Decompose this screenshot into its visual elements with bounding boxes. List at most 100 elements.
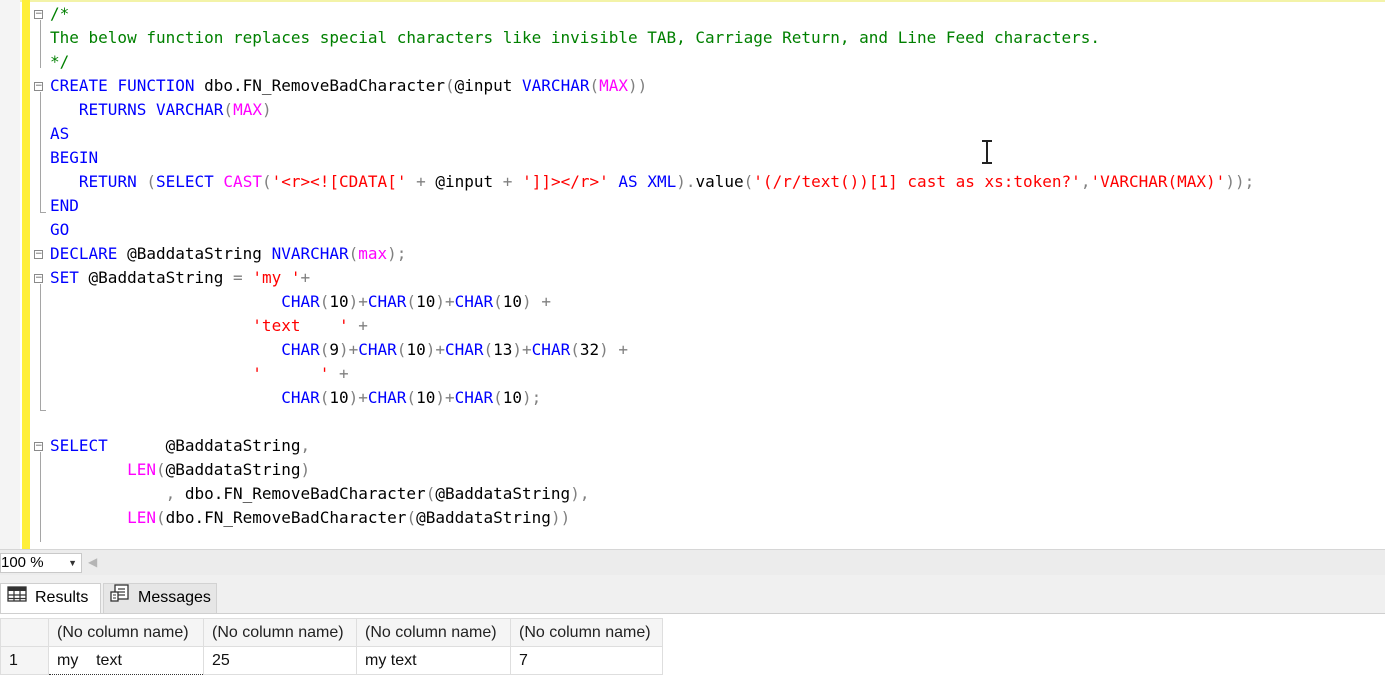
code-line[interactable]: CREATE FUNCTION dbo.FN_RemoveBadCharacte… <box>50 74 647 98</box>
code-token: ( <box>406 292 417 311</box>
code-line[interactable]: CHAR(10)+CHAR(10)+CHAR(10); <box>50 386 541 410</box>
column-header[interactable]: (No column name) <box>203 618 357 647</box>
code-token: + <box>493 172 523 191</box>
code-token: 'VARCHAR(MAX)' <box>1090 172 1226 191</box>
code-token: END <box>50 196 79 215</box>
code-token: CREATE <box>50 76 108 95</box>
code-token: ( <box>146 172 156 191</box>
code-line[interactable]: LEN(dbo.FN_RemoveBadCharacter(@BaddataSt… <box>50 506 570 530</box>
scroll-left-arrow-icon[interactable]: ◀ <box>88 555 97 569</box>
fold-collapse-icon[interactable]: − <box>34 10 43 19</box>
code-token: ( <box>570 340 580 359</box>
code-token: ( <box>319 292 330 311</box>
code-token: 10 <box>502 388 523 407</box>
code-token: ( <box>223 100 234 119</box>
fold-guide <box>40 452 41 542</box>
code-token: ) <box>300 460 311 479</box>
code-line[interactable]: The below function replaces special char… <box>50 26 1100 50</box>
code-token: CHAR <box>367 388 407 407</box>
code-line[interactable]: DECLARE @BaddataString NVARCHAR(max); <box>50 242 406 266</box>
chevron-down-icon[interactable]: ▼ <box>68 554 77 572</box>
code-line[interactable]: , dbo.FN_RemoveBadCharacter(@BaddataStri… <box>50 482 590 506</box>
code-line[interactable]: LEN(@BaddataString) <box>50 458 310 482</box>
grid-icon <box>7 584 27 612</box>
fold-collapse-icon[interactable]: − <box>34 82 43 91</box>
code-token: ( <box>743 172 754 191</box>
code-line[interactable]: AS <box>50 122 69 146</box>
fold-collapse-icon[interactable]: − <box>34 442 43 451</box>
column-header[interactable]: (No column name) <box>510 618 663 647</box>
code-token: FUNCTION <box>117 76 195 95</box>
code-token: CHAR <box>454 388 494 407</box>
code-line[interactable]: END <box>50 194 79 218</box>
code-token: + <box>541 292 551 311</box>
code-token: ( <box>348 244 359 263</box>
code-line[interactable]: CHAR(10)+CHAR(10)+CHAR(10) + <box>50 290 551 314</box>
grid-cell[interactable]: my text <box>356 646 511 675</box>
code-token: CHAR <box>281 388 320 407</box>
fold-collapse-icon[interactable]: − <box>34 250 43 259</box>
grid-cell-selected[interactable]: my text <box>48 646 204 675</box>
code-token: , <box>300 436 311 455</box>
editor-top-border <box>0 0 1385 2</box>
code-line[interactable]: RETURNS VARCHAR(MAX) <box>50 98 272 122</box>
code-line[interactable]: 'text ' + <box>50 314 368 338</box>
code-token: ( <box>319 388 330 407</box>
grid-cell[interactable]: 7 <box>510 646 663 675</box>
code-token: The below function replaces special char… <box>50 28 1100 47</box>
code-token: NVARCHAR <box>271 244 349 263</box>
fold-collapse-icon[interactable]: − <box>34 274 43 283</box>
code-token: + <box>339 364 349 383</box>
code-line[interactable]: SET @BaddataString = 'my '+ <box>50 266 310 290</box>
text-cursor-icon <box>982 140 992 164</box>
code-line[interactable]: CHAR(9)+CHAR(10)+CHAR(13)+CHAR(32) + <box>50 338 628 362</box>
column-header[interactable]: (No column name) <box>48 618 204 647</box>
code-token: ( <box>396 340 407 359</box>
tab-messages[interactable]: Messages <box>103 583 217 613</box>
code-token: ( <box>493 292 503 311</box>
code-token: ( <box>425 484 436 503</box>
column-header[interactable]: (No column name) <box>356 618 511 647</box>
code-line[interactable]: /* <box>50 2 69 26</box>
code-token: AS <box>50 124 70 143</box>
grid-corner[interactable] <box>0 618 49 647</box>
code-line[interactable]: SELECT @BaddataString, <box>50 434 310 458</box>
code-line[interactable]: BEGIN <box>50 146 98 170</box>
code-line[interactable]: ' ' + <box>50 362 349 386</box>
grid-cell[interactable]: 25 <box>203 646 357 675</box>
code-token: CHAR <box>454 292 494 311</box>
code-token: )); <box>1225 172 1255 191</box>
code-line[interactable]: GO <box>50 218 69 242</box>
row-number[interactable]: 1 <box>0 646 49 675</box>
zoom-bar: 100 % ▼ ◀ <box>0 549 1385 575</box>
zoom-select[interactable]: 100 % ▼ <box>0 553 82 573</box>
results-grid[interactable]: (No column name) (No column name) (No co… <box>0 618 663 675</box>
code-line[interactable]: RETURN (SELECT CAST('<r><![CDATA[' + @in… <box>50 170 1254 194</box>
code-token: LEN <box>127 508 156 527</box>
code-token: '<r><![CDATA[' <box>271 172 407 191</box>
messages-icon <box>110 584 130 612</box>
code-token: ( <box>406 508 417 527</box>
query-editor[interactable]: −/* The below function replaces special c… <box>0 0 1385 549</box>
code-token: ) <box>522 292 532 311</box>
code-token: 'my ' <box>252 268 301 287</box>
code-token: GO <box>50 220 70 239</box>
tab-results[interactable]: Results <box>0 583 101 613</box>
code-token: DECLARE <box>50 244 118 263</box>
results-tab-bar: Results Messages <box>0 575 1385 613</box>
code-token: ']]></r>' <box>522 172 609 191</box>
code-token: ( <box>155 508 166 527</box>
code-token: @BaddataString <box>165 460 301 479</box>
tab-messages-label: Messages <box>138 589 211 607</box>
code-line[interactable]: */ <box>50 50 69 74</box>
code-token: 10 <box>416 388 436 407</box>
code-token: CHAR <box>281 340 320 359</box>
